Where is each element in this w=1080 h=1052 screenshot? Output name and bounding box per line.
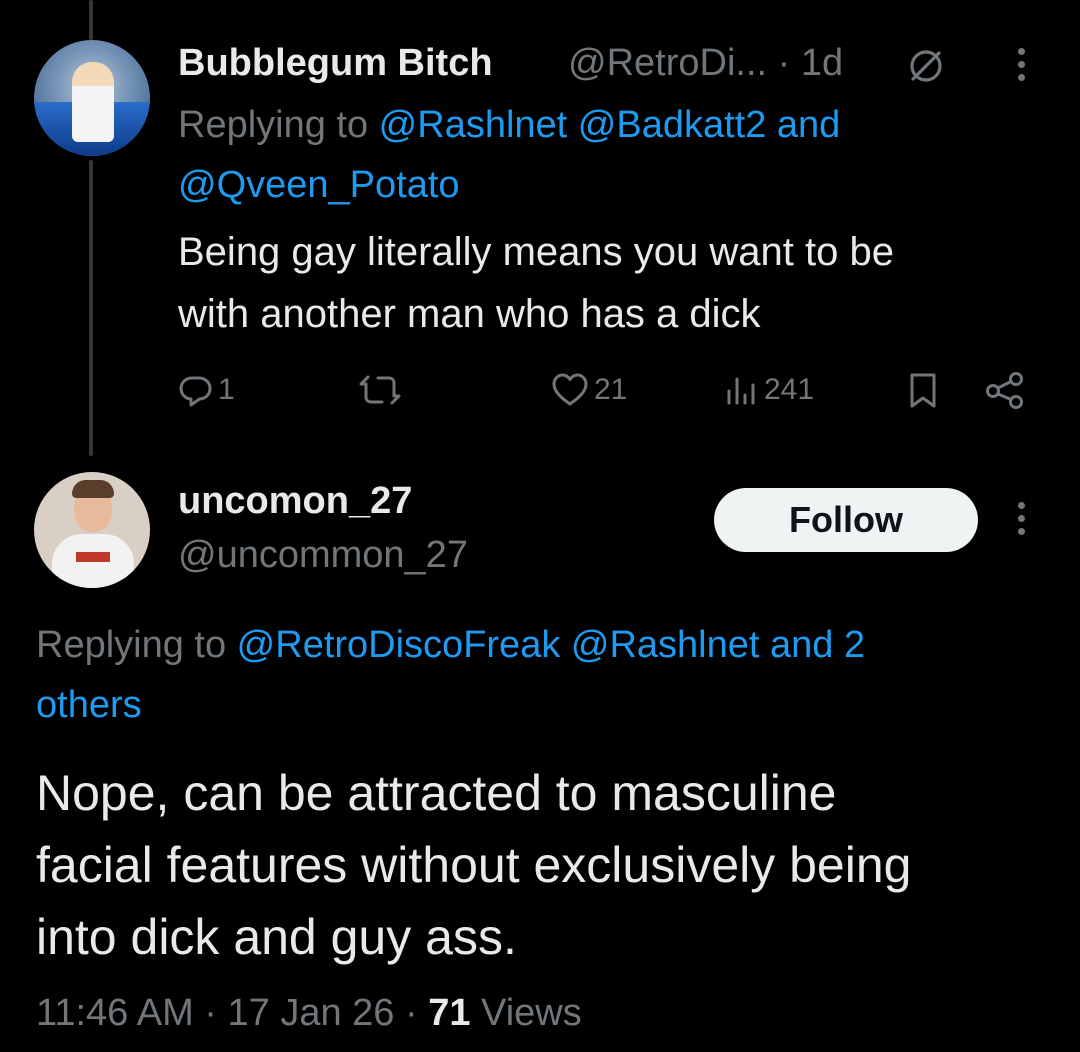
- like-button[interactable]: 21: [550, 368, 627, 412]
- tweet-text-line: into dick and guy ass.: [36, 909, 517, 965]
- mention-links[interactable]: @Rashlnet @Badkatt2 and: [379, 104, 841, 146]
- time-separator: ·: [767, 42, 801, 84]
- avatar[interactable]: [34, 40, 150, 156]
- more-icon[interactable]: [1018, 48, 1026, 81]
- mention-link[interactable]: others: [36, 684, 142, 727]
- follow-button[interactable]: Follow: [714, 488, 978, 552]
- tweet-text-line: Being gay literally means you want to be: [178, 230, 894, 274]
- share-button[interactable]: [984, 368, 1026, 412]
- tweet-meta: @RetroDi... · 1d: [568, 42, 843, 85]
- handle[interactable]: @uncommon_27: [178, 534, 468, 577]
- tweet-footer: 11:46 AM · 17 Jan 26 · 71 Views: [36, 992, 582, 1034]
- thread-connector: [89, 160, 93, 456]
- views-icon: [727, 377, 755, 405]
- tweet-text-line: with another man who has a dick: [178, 292, 761, 336]
- reply-count: 1: [218, 373, 235, 406]
- views-count: 241: [764, 373, 815, 406]
- handle[interactable]: @RetroDi...: [568, 42, 767, 84]
- mention-link[interactable]: @Qveen_Potato: [178, 164, 460, 207]
- replying-to: Replying to @Rashlnet @Badkatt2 and: [178, 104, 841, 146]
- views-button[interactable]: 241: [724, 368, 814, 412]
- tweet-text-line: facial features without exclusively bein…: [36, 837, 912, 893]
- more-icon[interactable]: [1018, 502, 1026, 535]
- retweet-button[interactable]: [356, 368, 404, 412]
- retweet-icon: [359, 375, 401, 405]
- reply-button[interactable]: 1: [176, 368, 235, 412]
- display-name[interactable]: uncomon_27: [178, 480, 412, 523]
- timestamp[interactable]: 1d: [801, 42, 843, 84]
- views-count[interactable]: 71: [428, 992, 470, 1034]
- bookmark-icon: [910, 373, 936, 408]
- no-edit-icon: [906, 46, 946, 86]
- bookmark-button[interactable]: [906, 368, 940, 412]
- like-icon: [552, 373, 588, 406]
- reply-icon: [179, 376, 212, 407]
- share-icon: [986, 372, 1023, 409]
- thread-connector-top: [89, 0, 93, 40]
- mention-links[interactable]: @RetroDiscoFreak @Rashlnet and 2: [237, 624, 865, 666]
- replying-to: Replying to @RetroDiscoFreak @Rashlnet a…: [36, 624, 866, 666]
- views-label: Views: [470, 992, 582, 1034]
- timestamp[interactable]: 11:46 AM: [36, 992, 194, 1034]
- display-name[interactable]: Bubblegum Bitch: [178, 42, 493, 85]
- date[interactable]: 17 Jan 26: [228, 992, 395, 1034]
- like-count: 21: [594, 373, 628, 406]
- tweet-text-line: Nope, can be attracted to masculine: [36, 765, 837, 821]
- avatar[interactable]: [34, 472, 150, 588]
